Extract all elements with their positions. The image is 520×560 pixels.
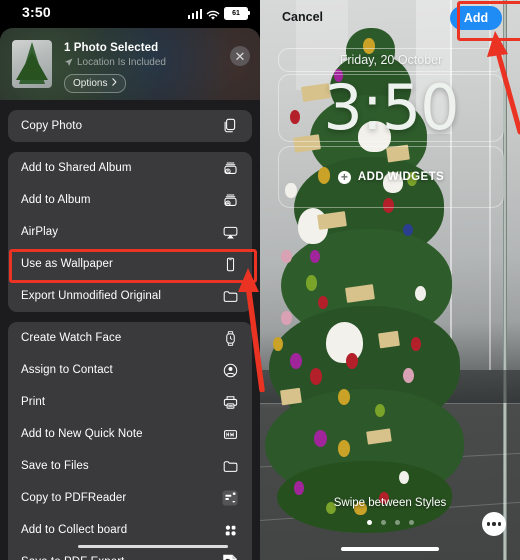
share-group-2: Add to Shared Album Add to Album AirPlay bbox=[8, 152, 252, 312]
add-widgets-label: ADD WIDGETS bbox=[357, 171, 445, 183]
cellular-bars-icon bbox=[187, 8, 202, 19]
share-item-label: AirPlay bbox=[21, 226, 59, 238]
share-item-label: Export Unmodified Original bbox=[21, 290, 162, 302]
add-widgets-button[interactable]: + ADD WIDGETS bbox=[278, 146, 504, 208]
lockscreen-clock-widget[interactable]: 3:50 bbox=[278, 74, 504, 142]
watch-icon bbox=[220, 328, 240, 348]
plus-circle-icon: + bbox=[337, 170, 351, 184]
close-icon[interactable]: ✕ bbox=[230, 46, 250, 66]
quick-note-icon bbox=[220, 424, 240, 444]
lockscreen-date-widget[interactable]: Friday, 20 October bbox=[278, 48, 504, 72]
share-group-1: Copy Photo bbox=[8, 110, 252, 142]
share-item-use-as-wallpaper[interactable]: Use as Wallpaper bbox=[8, 248, 252, 280]
share-item-copy-to-pdfreader[interactable]: Copy to PDFReader bbox=[8, 482, 252, 514]
share-item-create-watch-face[interactable]: Create Watch Face bbox=[8, 322, 252, 354]
screenshot-root: 3:50 61 1 Photo Selected Location Is Inc… bbox=[0, 0, 520, 560]
wallpaper-preview-panel: Cancel Add Friday, 20 October 3:50 + ADD… bbox=[260, 0, 520, 560]
share-item-save-to-files[interactable]: Save to Files bbox=[8, 450, 252, 482]
share-item-add-to-new-quick-note[interactable]: Add to New Quick Note bbox=[8, 418, 252, 450]
share-item-label: Add to New Quick Note bbox=[21, 428, 143, 440]
sheet-scroll-indicator[interactable] bbox=[78, 545, 228, 548]
share-item-label: Add to Shared Album bbox=[21, 162, 132, 174]
printer-icon bbox=[220, 392, 240, 412]
share-item-label: Save to PDF Expert bbox=[21, 556, 220, 560]
share-item-label: Use as Wallpaper bbox=[21, 258, 113, 270]
options-button[interactable]: Options bbox=[64, 74, 127, 93]
wifi-icon bbox=[206, 8, 220, 20]
pdf-expert-app-icon bbox=[220, 552, 240, 560]
share-item-label: Print bbox=[21, 396, 46, 408]
folder-icon bbox=[220, 286, 240, 306]
contact-icon bbox=[220, 360, 240, 380]
home-indicator bbox=[341, 547, 439, 551]
location-status-label: Location Is Included bbox=[77, 57, 166, 68]
share-sheet-panel: 3:50 61 1 Photo Selected Location Is Inc… bbox=[0, 0, 260, 560]
share-item-label: Add to Album bbox=[21, 194, 91, 206]
lockscreen-date-label: Friday, 20 October bbox=[339, 53, 443, 67]
share-item-copy-photo[interactable]: Copy Photo bbox=[8, 110, 252, 142]
share-item-label: Create Watch Face bbox=[21, 332, 122, 344]
page-dot[interactable] bbox=[408, 520, 414, 525]
share-sheet: 1 Photo Selected Location Is Included Op… bbox=[0, 28, 260, 560]
battery-icon: 61 bbox=[224, 7, 250, 20]
location-arrow-icon bbox=[64, 58, 73, 67]
share-group-3: Create Watch Face Assign to Contact Prin… bbox=[8, 322, 252, 560]
style-page-dots[interactable] bbox=[260, 520, 520, 525]
add-album-icon bbox=[220, 190, 240, 210]
lockscreen-clock-label: 3:50 bbox=[323, 71, 459, 144]
chevron-right-icon bbox=[112, 78, 117, 89]
page-dot[interactable] bbox=[380, 520, 386, 525]
battery-level: 61 bbox=[225, 8, 247, 19]
share-item-label: Assign to Contact bbox=[21, 364, 113, 376]
page-dot-active[interactable] bbox=[366, 520, 372, 525]
add-button[interactable]: Add bbox=[450, 6, 502, 30]
share-sheet-header: 1 Photo Selected Location Is Included Op… bbox=[0, 28, 260, 100]
pdfreader-app-icon bbox=[220, 488, 240, 508]
thumbnail-tree-shape-lower bbox=[16, 52, 48, 81]
share-item-add-to-collect-board[interactable]: Add to Collect board bbox=[8, 514, 252, 546]
share-item-add-to-shared-album[interactable]: Add to Shared Album bbox=[8, 152, 252, 184]
iphone-icon bbox=[220, 254, 240, 274]
page-dot[interactable] bbox=[394, 520, 400, 525]
selection-title: 1 Photo Selected bbox=[64, 42, 159, 54]
share-item-print[interactable]: Print bbox=[8, 386, 252, 418]
location-status: Location Is Included bbox=[64, 57, 166, 68]
share-item-label: Add to Collect board bbox=[21, 524, 128, 536]
collect-board-icon bbox=[220, 520, 240, 540]
options-label: Options bbox=[73, 78, 108, 89]
swipe-hint-label: Swipe between Styles bbox=[333, 497, 447, 509]
share-item-label: Copy Photo bbox=[21, 120, 83, 132]
status-bar: 3:50 61 bbox=[0, 0, 260, 28]
share-item-airplay[interactable]: AirPlay bbox=[8, 216, 252, 248]
ellipsis-icon[interactable] bbox=[482, 512, 506, 536]
share-item-export-unmodified-original[interactable]: Export Unmodified Original bbox=[8, 280, 252, 312]
share-item-save-to-pdf-expert[interactable]: Save to PDF Expert bbox=[8, 546, 252, 560]
airplay-icon bbox=[220, 222, 240, 242]
status-bar-indicators: 61 bbox=[187, 7, 250, 20]
share-item-add-to-album[interactable]: Add to Album bbox=[8, 184, 252, 216]
share-item-label: Save to Files bbox=[21, 460, 89, 472]
cancel-button[interactable]: Cancel bbox=[282, 10, 323, 24]
status-bar-time: 3:50 bbox=[22, 4, 51, 20]
photo-thumbnail[interactable] bbox=[12, 40, 52, 88]
preview-top-bar: Cancel Add bbox=[260, 0, 520, 36]
files-folder-icon bbox=[220, 456, 240, 476]
share-item-assign-to-contact[interactable]: Assign to Contact bbox=[8, 354, 252, 386]
shared-album-icon bbox=[220, 158, 240, 178]
copy-icon bbox=[220, 116, 240, 136]
share-item-label: Copy to PDFReader bbox=[21, 492, 127, 504]
